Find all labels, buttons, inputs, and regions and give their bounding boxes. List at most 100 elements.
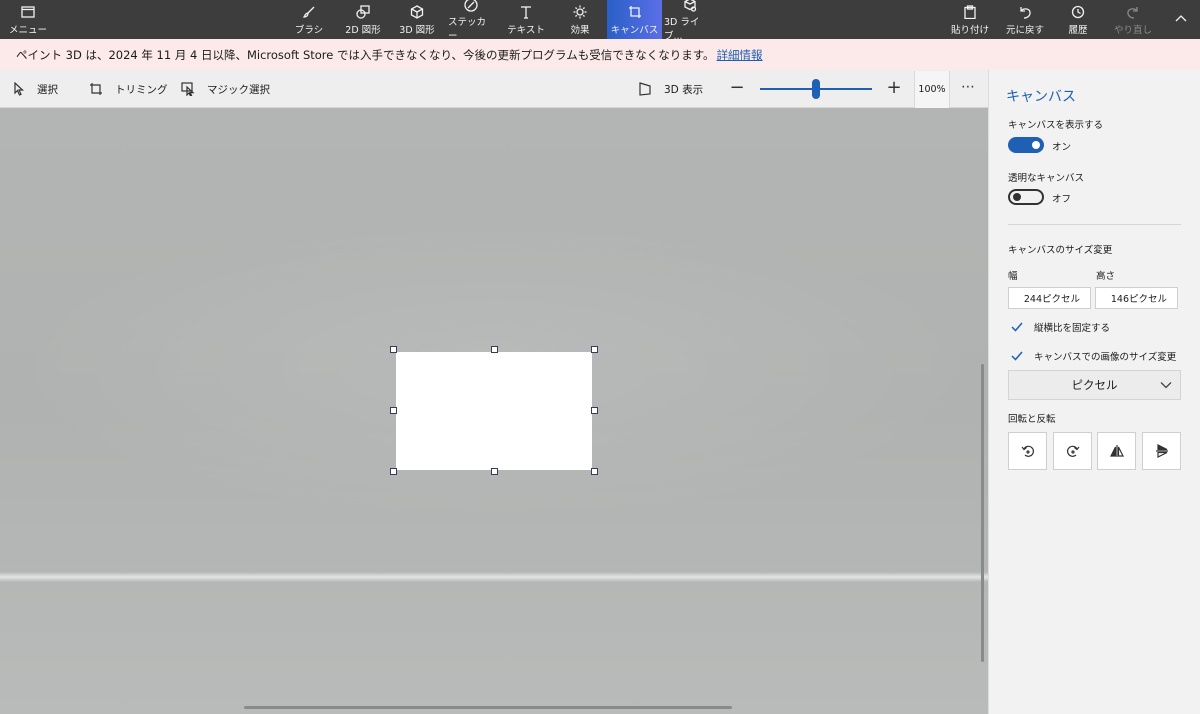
library-3d-icon <box>682 0 698 12</box>
resize-heading: キャンバスのサイズ変更 <box>1008 245 1113 256</box>
tool-3d-library-label: 3D ライブ... <box>664 16 700 42</box>
rotate-right-button[interactable] <box>1053 432 1092 470</box>
history-label: 履歴 <box>1068 24 1088 36</box>
select-tool[interactable]: 選択 <box>13 70 58 108</box>
zoom-out-button[interactable]: − <box>727 79 747 99</box>
show-canvas-label: キャンバスを表示する <box>1008 120 1104 131</box>
resize-image-label: キャンバスでの画像のサイズ変更 <box>1034 352 1177 363</box>
resize-handle-right[interactable] <box>591 407 598 414</box>
show-canvas-toggle[interactable] <box>1008 137 1044 153</box>
tool-3d-shapes-label: 3D 図形 <box>399 24 435 36</box>
horizontal-scrollbar[interactable] <box>244 706 732 709</box>
paste-label: 貼り付け <box>950 24 989 36</box>
resize-handle-top-right[interactable] <box>591 346 598 353</box>
cursor-icon <box>14 82 25 96</box>
resize-image-checkbox[interactable]: キャンバスでの画像のサイズ変更 <box>1011 349 1176 363</box>
tool-3d-shapes[interactable]: 3D 図形 <box>394 0 440 39</box>
canvas[interactable] <box>396 352 592 470</box>
horizon-line <box>0 572 988 582</box>
tool-text-label: テキスト <box>507 24 545 36</box>
crop-icon <box>90 83 102 95</box>
undo-icon <box>1017 4 1033 20</box>
checkmark-icon <box>1011 351 1023 361</box>
tool-brush-label: ブラシ <box>294 24 324 36</box>
flip-horizontal-icon <box>1109 445 1124 457</box>
crop-tool[interactable]: トリミング <box>89 70 168 108</box>
width-input[interactable]: 244ピクセル <box>1008 287 1091 309</box>
text-icon <box>518 4 534 20</box>
unit-select-value: ピクセル <box>1071 378 1118 392</box>
chevron-up-icon <box>1173 11 1189 27</box>
lock-aspect-checkbox[interactable]: 縦横比を固定する <box>1011 320 1110 334</box>
magic-select-tool[interactable]: マジック選択 <box>181 70 270 108</box>
more-options-button[interactable]: ⋯ <box>958 79 978 99</box>
redo-button[interactable]: やり直し <box>1110 0 1156 39</box>
tool-stickers-label: ステッカー <box>448 16 487 42</box>
zoom-slider-thumb[interactable] <box>812 79 820 99</box>
learn-more-link[interactable]: 詳細情報 <box>717 47 763 63</box>
resize-handle-bottom[interactable] <box>491 468 498 475</box>
undo-button[interactable]: 元に戻す <box>1002 0 1048 39</box>
sun-icon <box>572 4 588 20</box>
resize-handle-bottom-left[interactable] <box>390 468 397 475</box>
vertical-scrollbar[interactable] <box>981 364 984 662</box>
resize-handle-left[interactable] <box>390 407 397 414</box>
resize-handle-top[interactable] <box>491 346 498 353</box>
history-icon <box>1070 4 1086 20</box>
canvas-crop-icon <box>627 4 643 20</box>
folder-icon <box>20 4 36 20</box>
tool-3d-library[interactable]: 3D ライブ... <box>664 0 716 42</box>
panel-title: キャンバス <box>1006 89 1076 105</box>
flip-vertical-button[interactable] <box>1142 432 1181 470</box>
rotate-left-icon <box>1021 445 1034 457</box>
brush-icon <box>301 4 317 20</box>
view-3d-toggle[interactable]: 3D 表示 <box>638 70 703 108</box>
tool-effects-label: 効果 <box>570 24 590 36</box>
redo-icon <box>1125 4 1141 20</box>
magic-select-label: マジック選択 <box>207 83 270 96</box>
select-tool-label: 選択 <box>37 83 58 96</box>
paste-button[interactable]: 貼り付け <box>950 0 990 39</box>
clipboard-icon <box>962 4 978 20</box>
tool-brush[interactable]: ブラシ <box>288 0 330 39</box>
view-3d-icon <box>639 82 651 96</box>
zoom-percentage[interactable]: 100% <box>914 71 950 108</box>
tool-2d-shapes-label: 2D 図形 <box>345 24 381 36</box>
history-button[interactable]: 履歴 <box>1058 0 1098 39</box>
tool-stickers[interactable]: ステッカー <box>448 0 494 42</box>
checkmark-icon <box>1011 322 1023 332</box>
deprecation-notice: ペイント 3D は、2024 年 11 月 4 日以降、Microsoft St… <box>0 39 1200 70</box>
collapse-toolbar-button[interactable] <box>1166 0 1196 39</box>
crop-tool-label: トリミング <box>115 83 168 96</box>
width-label: 幅 <box>1008 271 1018 282</box>
redo-label: やり直し <box>1113 24 1152 36</box>
flip-vertical-icon <box>1155 444 1168 458</box>
unit-select[interactable]: ピクセル <box>1008 370 1181 400</box>
rotate-left-button[interactable] <box>1008 432 1047 470</box>
menu-button[interactable]: メニュー <box>0 0 56 39</box>
menu-label: メニュー <box>8 24 47 36</box>
tool-canvas[interactable]: キャンバス <box>607 0 662 39</box>
tool-text[interactable]: テキスト <box>504 0 548 39</box>
rotate-heading: 回転と反転 <box>1008 414 1056 425</box>
cube-icon <box>409 4 425 20</box>
view-3d-label: 3D 表示 <box>664 83 704 96</box>
panel-divider <box>1008 224 1181 225</box>
transparent-canvas-label: 透明なキャンバス <box>1008 173 1085 184</box>
shapes-2d-icon <box>355 4 371 20</box>
tool-2d-shapes[interactable]: 2D 図形 <box>340 0 386 39</box>
height-label: 高さ <box>1096 271 1116 282</box>
top-toolbar: メニュー ブラシ 2D 図形 3D 図形 ステッカー テキスト 効果 キャンバス… <box>0 0 1200 42</box>
magic-select-icon <box>181 82 195 96</box>
transparent-canvas-toggle[interactable] <box>1008 189 1044 205</box>
chevron-down-icon <box>1160 382 1172 389</box>
flip-horizontal-button[interactable] <box>1097 432 1136 470</box>
tool-effects[interactable]: 効果 <box>558 0 602 39</box>
transparent-canvas-state: オフ <box>1052 194 1072 205</box>
height-input[interactable]: 146ピクセル <box>1095 287 1178 309</box>
resize-handle-top-left[interactable] <box>390 346 397 353</box>
resize-handle-bottom-right[interactable] <box>591 468 598 475</box>
sticker-icon <box>463 0 479 12</box>
zoom-in-button[interactable]: + <box>884 79 904 99</box>
rotate-right-icon <box>1066 445 1079 457</box>
